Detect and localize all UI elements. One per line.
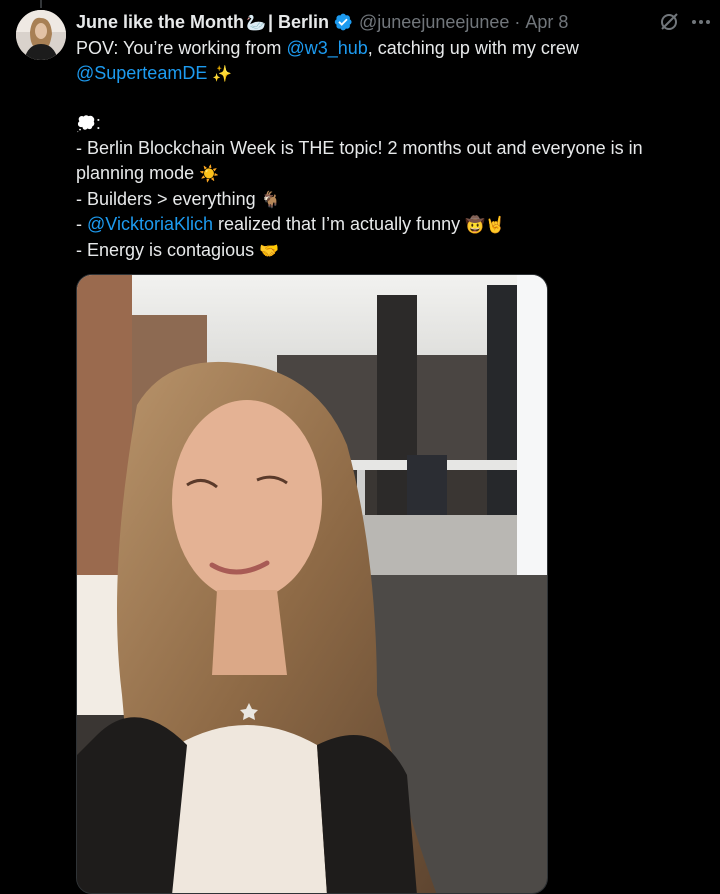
text-segment: - — [76, 214, 87, 235]
display-name[interactable]: June like the Month — [76, 12, 244, 33]
text-segment: : — [95, 112, 101, 133]
tweet-photo[interactable] — [76, 274, 548, 894]
timestamp[interactable]: Apr 8 — [525, 12, 568, 33]
tweet-line: - @VicktoriaKlich realized that I’m actu… — [76, 212, 686, 238]
separator-dot: · — [514, 11, 521, 32]
tweet-line: @SuperteamDE ✨ — [76, 61, 686, 87]
handshake-emoji: 🤝 — [259, 240, 280, 260]
tweet-line: - Builders > everything 🐐 — [76, 187, 686, 213]
tweet-body: POV: You’re working from @w3_hub, catchi… — [76, 36, 686, 263]
tweet-line: - Berlin Blockchain Week is THE topic! 2… — [76, 136, 686, 186]
name-suffix[interactable]: | Berlin — [268, 12, 329, 33]
mention-link[interactable]: @w3_hub — [286, 38, 367, 58]
text-segment: POV: You’re working from — [76, 38, 287, 58]
photo-image — [77, 275, 547, 893]
thought-bubble-emoji: 💭 — [76, 113, 96, 133]
sparkles-emoji: ✨ — [212, 63, 233, 83]
avatar-image — [16, 10, 66, 60]
tweet-line: POV: You’re working from @w3_hub, catchi… — [76, 36, 686, 61]
verified-badge-icon[interactable] — [333, 12, 353, 32]
more-options-icon[interactable] — [690, 12, 712, 37]
mention-link[interactable]: @SuperteamDE — [76, 63, 207, 83]
tweet-line: 💭: — [76, 111, 686, 137]
text-segment: - Berlin Blockchain Week is THE topic! 2… — [76, 138, 643, 183]
goat-emoji: 🐐 — [260, 189, 281, 209]
tweet-line: - Energy is contagious 🤝 — [76, 238, 686, 264]
user-handle[interactable]: @juneejuneejunee — [359, 12, 509, 33]
thread-connector-line — [40, 0, 42, 8]
cowboy-rock-emoji: 🤠🤘 — [465, 215, 505, 235]
text-segment: , catching up with my crew — [367, 38, 579, 58]
tweet-header: June like the Month 🦢 | Berlin @juneejun… — [76, 10, 646, 34]
grok-icon[interactable] — [658, 11, 680, 38]
sun-emoji: ☀️ — [199, 163, 220, 183]
mention-link[interactable]: @VicktoriaKlich — [87, 214, 213, 234]
avatar[interactable] — [16, 10, 66, 60]
text-segment: - Builders > everything — [76, 188, 256, 209]
text-segment: realized that I’m actually funny — [212, 214, 461, 235]
name-emoji: 🦢 — [246, 12, 266, 32]
text-segment: - Energy is contagious — [76, 239, 255, 260]
